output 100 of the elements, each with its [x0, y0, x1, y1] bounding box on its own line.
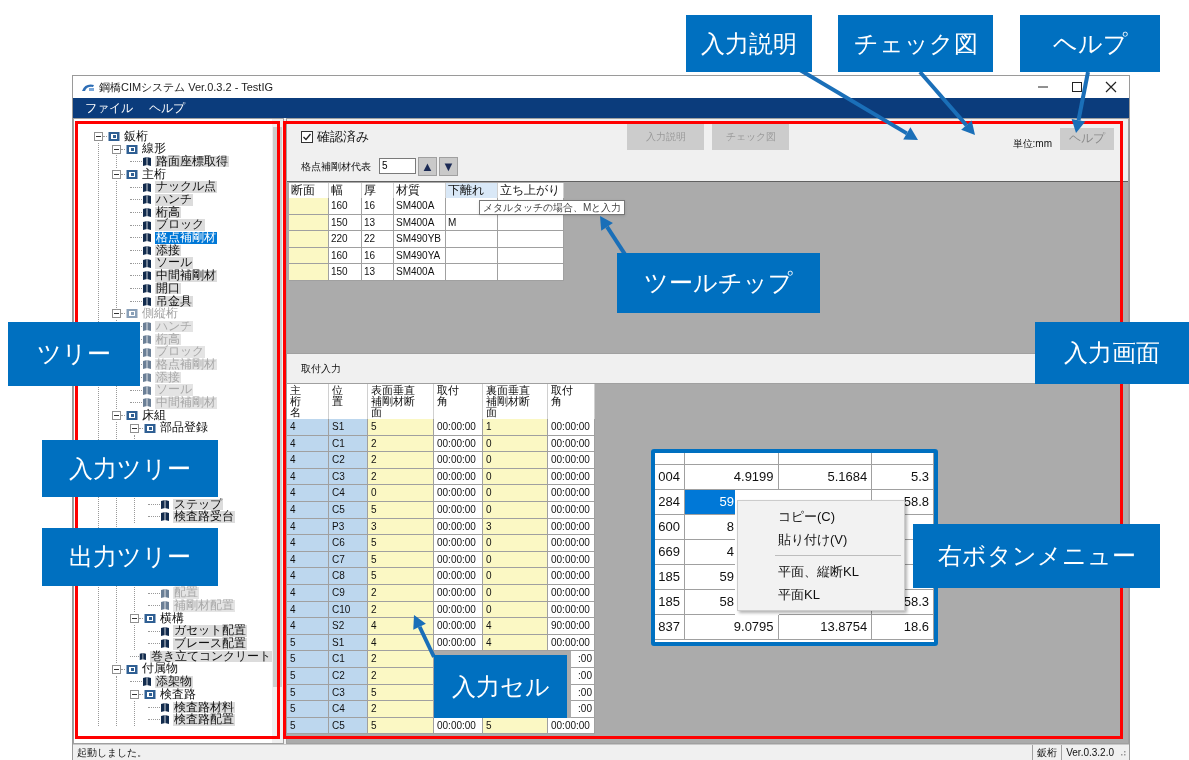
- table-cell[interactable]: 3: [486, 520, 492, 532]
- table-cell[interactable]: 4: [290, 503, 296, 515]
- tree-item[interactable]: 桁高: [155, 206, 181, 219]
- table-cell[interactable]: 4: [290, 537, 296, 549]
- table-cell[interactable]: 0: [486, 570, 492, 582]
- table-cell[interactable]: 5: [371, 553, 377, 565]
- table-cell[interactable]: 3: [371, 520, 377, 532]
- tree-item[interactable]: ブロック: [155, 219, 205, 231]
- table-cell[interactable]: 4: [290, 586, 296, 598]
- collapse-icon[interactable]: [112, 410, 121, 420]
- table-cell[interactable]: 4: [290, 487, 296, 499]
- tree-item[interactable]: 検査路配置: [173, 714, 235, 726]
- table-cell[interactable]: 4: [486, 620, 492, 632]
- table-cell[interactable]: 5: [371, 537, 377, 549]
- tree-item[interactable]: 線形: [141, 143, 167, 155]
- stepper-button[interactable]: ▼: [439, 156, 458, 176]
- table-cell[interactable]: 59: [684, 490, 735, 515]
- collapse-icon[interactable]: [112, 169, 121, 179]
- tree-item[interactable]: 開口: [155, 282, 181, 295]
- tree-item[interactable]: 主桁: [141, 168, 167, 181]
- menu-item[interactable]: ファイル: [85, 99, 133, 117]
- table-cell[interactable]: 0: [486, 503, 492, 515]
- table-cell[interactable]: [498, 264, 564, 281]
- table-cell[interactable]: 5: [371, 686, 377, 698]
- table-cell[interactable]: 4: [290, 603, 296, 615]
- table-cell[interactable]: [289, 264, 329, 281]
- table-cell[interactable]: 2: [371, 437, 377, 449]
- table-cell[interactable]: 16: [362, 198, 394, 215]
- collapse-icon[interactable]: [130, 613, 139, 623]
- tree-item[interactable]: ステップ: [173, 498, 223, 511]
- tree-item[interactable]: 検査路受台: [173, 511, 235, 523]
- table-cell[interactable]: 0: [486, 487, 492, 499]
- table-cell[interactable]: 0: [486, 553, 492, 565]
- column-header[interactable]: 下離れ: [446, 183, 498, 198]
- table-cell[interactable]: 9.0795: [684, 615, 779, 640]
- collapse-icon[interactable]: [94, 131, 103, 141]
- table-cell[interactable]: 22: [362, 231, 394, 248]
- collapse-icon[interactable]: [130, 423, 139, 433]
- tree-item[interactable]: 吊金具: [155, 295, 193, 308]
- table-cell[interactable]: 5: [371, 570, 377, 582]
- table-cell[interactable]: 160: [329, 198, 362, 215]
- table-cell[interactable]: 5: [371, 719, 377, 731]
- table-cell[interactable]: [289, 231, 329, 248]
- checkbox[interactable]: [301, 130, 313, 143]
- table-cell[interactable]: 220: [329, 231, 362, 248]
- number-field[interactable]: 5: [379, 158, 416, 174]
- table-cell[interactable]: :00: [571, 651, 595, 668]
- table-cell[interactable]: 0: [486, 537, 492, 549]
- table-cell[interactable]: 4: [486, 636, 492, 648]
- table-cell[interactable]: 600: [655, 515, 685, 540]
- table-cell[interactable]: 837: [655, 615, 685, 640]
- table-cell[interactable]: 18.6: [872, 615, 934, 640]
- table-cell[interactable]: 4: [290, 437, 296, 449]
- column-header[interactable]: 幅: [329, 183, 362, 198]
- table-cell[interactable]: 150: [329, 264, 362, 281]
- menu-item[interactable]: コピー(C): [738, 505, 904, 528]
- tree-item[interactable]: 検査路材料: [173, 701, 235, 714]
- table-cell[interactable]: [498, 231, 564, 248]
- table-cell[interactable]: 0: [486, 470, 492, 482]
- tree-item[interactable]: ソール: [155, 257, 193, 269]
- table-cell[interactable]: SM400A: [394, 198, 446, 215]
- tree-item[interactable]: 中間補剛材: [155, 270, 217, 282]
- table-cell[interactable]: 13: [362, 264, 394, 281]
- table-cell[interactable]: 5: [290, 686, 296, 698]
- table-cell[interactable]: 4: [371, 636, 377, 648]
- table-cell[interactable]: 004: [655, 465, 685, 490]
- tree-item[interactable]: 路面座標取得: [155, 155, 229, 168]
- table-cell[interactable]: 2: [371, 653, 377, 665]
- table-cell[interactable]: 13.8754: [778, 615, 873, 640]
- tree-item[interactable]: 検査路: [159, 688, 197, 701]
- table-cell[interactable]: 4: [371, 620, 377, 632]
- table-cell[interactable]: :00: [571, 701, 595, 718]
- table-cell[interactable]: 5: [290, 669, 296, 681]
- table-cell[interactable]: 185: [655, 565, 685, 590]
- table-cell[interactable]: 2: [371, 454, 377, 466]
- collapse-icon[interactable]: [112, 144, 121, 154]
- table-cell[interactable]: 1: [486, 421, 492, 432]
- tree-item[interactable]: 付属物: [141, 663, 179, 675]
- table-cell[interactable]: 5.1684: [778, 465, 873, 490]
- table-cell[interactable]: 0: [486, 454, 492, 466]
- tree-item[interactable]: ブレース配置: [173, 638, 247, 650]
- table-cell[interactable]: 669: [655, 540, 685, 565]
- table-cell[interactable]: 0: [486, 437, 492, 449]
- collapse-icon[interactable]: [130, 690, 139, 700]
- table-cell[interactable]: 5: [371, 421, 377, 432]
- table-cell[interactable]: 5: [290, 703, 296, 715]
- tree-item[interactable]: 鈑桁: [123, 130, 149, 143]
- table-cell[interactable]: 5: [290, 653, 296, 665]
- table-cell[interactable]: 284: [655, 490, 685, 515]
- tree-item[interactable]: ハンチ: [155, 194, 193, 206]
- tree-item[interactable]: 添架物: [155, 676, 193, 688]
- table-cell[interactable]: 4: [290, 553, 296, 565]
- table-cell[interactable]: 4: [290, 570, 296, 582]
- table-cell[interactable]: 0: [371, 487, 377, 499]
- table-cell[interactable]: 4: [290, 520, 296, 532]
- table-cell[interactable]: 5.3: [872, 465, 934, 490]
- column-header[interactable]: 材質: [394, 183, 446, 198]
- column-header[interactable]: 厚: [362, 183, 394, 198]
- tree-item[interactable]: 添接: [155, 244, 181, 257]
- table-cell[interactable]: 5: [290, 719, 296, 731]
